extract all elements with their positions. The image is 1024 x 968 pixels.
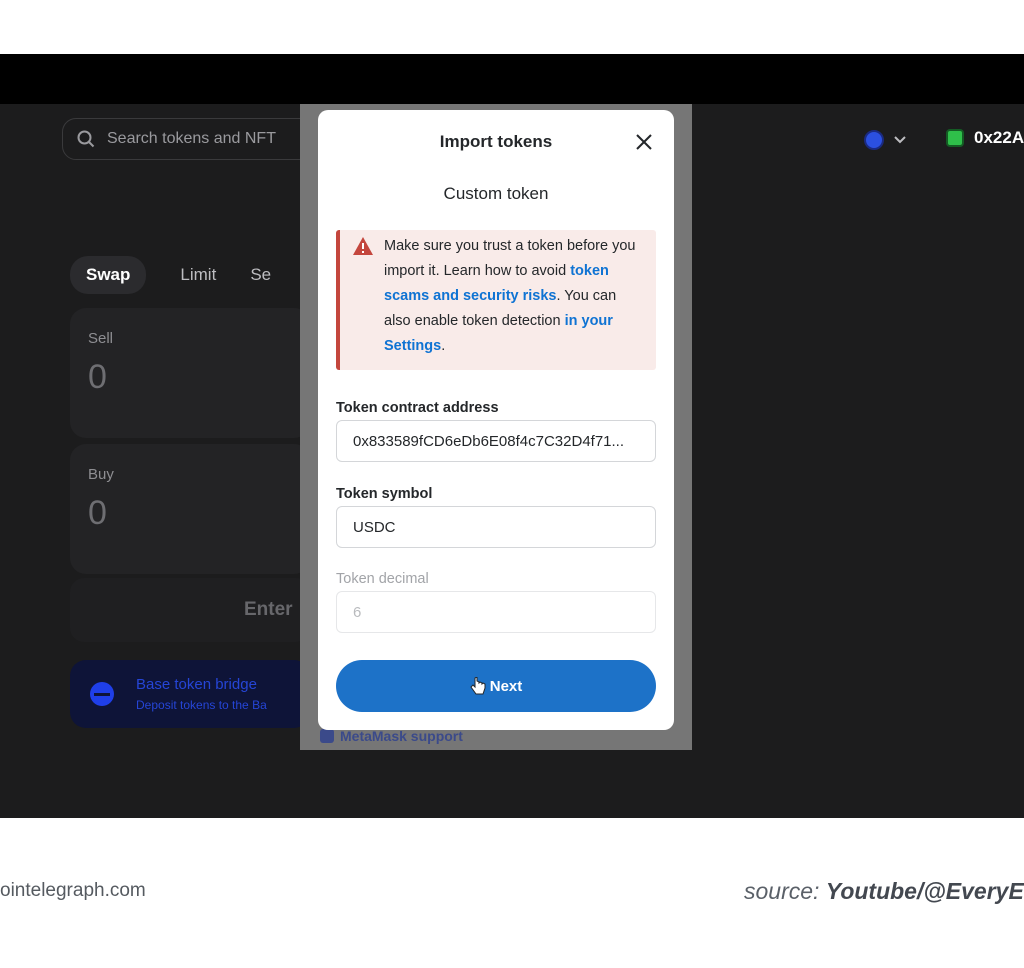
support-icon bbox=[320, 729, 334, 743]
import-tokens-modal: Import tokens Custom token Make sure you… bbox=[318, 110, 674, 730]
screenshot-frame: Search tokens and NFT 0x22A Swap Limit S… bbox=[0, 0, 1024, 968]
footer-source: source: Youtube/@EveryE bbox=[744, 878, 1024, 905]
warning-icon bbox=[353, 237, 373, 255]
symbol-label: Token symbol bbox=[336, 486, 433, 502]
warning-banner: Make sure you trust a token before you i… bbox=[336, 230, 656, 370]
search-icon bbox=[77, 130, 95, 148]
modal-title: Import tokens bbox=[439, 132, 553, 151]
swap-tabs: Swap Limit Se bbox=[70, 256, 271, 294]
account-avatar bbox=[946, 129, 964, 147]
buy-label: Buy bbox=[88, 466, 114, 483]
sell-label: Sell bbox=[88, 330, 114, 347]
token-address-field[interactable] bbox=[336, 420, 656, 462]
sell-amount[interactable]: 0 bbox=[88, 358, 107, 397]
warning-text-3: . bbox=[441, 338, 446, 354]
next-label: Next bbox=[489, 677, 523, 695]
source-name: Youtube/@EveryE bbox=[825, 878, 1024, 904]
network-icon bbox=[864, 130, 884, 150]
address-label: Token contract address bbox=[336, 400, 499, 416]
enter-amount-button[interactable]: Enter bbox=[70, 578, 310, 642]
network-selector[interactable] bbox=[864, 130, 906, 150]
buy-amount[interactable]: 0 bbox=[88, 494, 107, 533]
account-address: 0x22A bbox=[974, 128, 1024, 147]
buy-panel[interactable]: Buy 0 bbox=[70, 444, 310, 574]
sell-panel[interactable]: Sell 0 bbox=[70, 308, 310, 438]
enter-amount-label: Enter bbox=[244, 599, 293, 620]
video-top-bar bbox=[0, 54, 1024, 104]
token-symbol-field[interactable] bbox=[336, 506, 656, 548]
decimal-label: Token decimal bbox=[336, 571, 429, 587]
tab-limit[interactable]: Limit bbox=[180, 265, 216, 285]
next-button[interactable]: Next bbox=[336, 660, 656, 712]
search-placeholder: Search tokens and NFT bbox=[107, 130, 276, 147]
tab-swap[interactable]: Swap bbox=[70, 256, 147, 294]
bridge-subtitle: Deposit tokens to the Ba bbox=[136, 698, 267, 712]
chevron-down-icon bbox=[894, 136, 906, 144]
footer-site: ointelegraph.com bbox=[0, 880, 146, 901]
tab-send[interactable]: Se bbox=[250, 265, 271, 285]
search-bar[interactable]: Search tokens and NFT bbox=[62, 118, 322, 160]
metamask-support-link[interactable]: MetaMask support bbox=[320, 728, 463, 744]
base-logo-icon bbox=[90, 682, 114, 706]
account-button[interactable]: 0x22A bbox=[946, 128, 1024, 148]
support-label: MetaMask support bbox=[340, 728, 463, 744]
source-prefix: source: bbox=[744, 878, 826, 904]
bridge-title: Base token bridge bbox=[136, 676, 257, 693]
base-bridge-banner[interactable]: Base token bridge Deposit tokens to the … bbox=[70, 660, 310, 728]
close-icon[interactable] bbox=[634, 132, 654, 152]
token-decimal-field[interactable] bbox=[336, 591, 656, 633]
modal-subtitle: Custom token bbox=[443, 184, 549, 203]
hand-cursor-icon bbox=[470, 677, 486, 695]
